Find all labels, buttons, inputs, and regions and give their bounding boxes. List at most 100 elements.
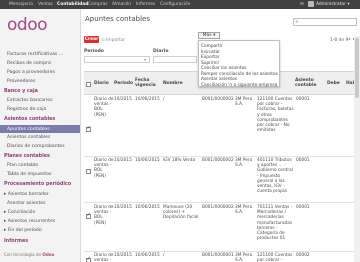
cell-cuenta: 401110 Tributos y aportes ... - Gobierno… (257, 158, 293, 195)
sidebar-item-fin-periodo[interactable]: ▸ Fin del período (4, 228, 42, 233)
menu-item-conciliacion-siguiente[interactable]: Conciliación 'n a siguiente empresa (201, 83, 277, 88)
sidebar-item-pagos-proveedores[interactable]: Pagos a proveedores (7, 70, 55, 75)
cell-fecha: 10/06/2015 (135, 158, 160, 163)
sidebar: odoo Facturas rectificativas ... Recibos… (0, 9, 81, 262)
sidebar-item-proveedores[interactable]: Proveedores (7, 79, 35, 84)
cell-cuenta: 701111 Ventas - Mercaderías / mercadería… (257, 205, 293, 242)
column-header-debe[interactable]: Debe (327, 81, 340, 86)
powered-by: Con tecnología de Odoo (4, 252, 54, 257)
cell-empresa: 3M Perú S.A. (235, 253, 253, 262)
cell-asiento: 00001 (296, 97, 310, 102)
odoo-logo[interactable]: odoo (7, 15, 48, 35)
create-button[interactable]: Crear (84, 36, 99, 43)
cell-cuenta: 121100 Cuentas por cobrar - Facturas, bo… (257, 97, 294, 134)
sidebar-item-conciliacion[interactable]: ▸ Conciliación (4, 210, 35, 215)
menu-item-insrustar[interactable]: Insrustar (201, 50, 220, 55)
menu-almacen[interactable]: Almacén (112, 2, 131, 7)
menu-item-suprimir[interactable]: Suprimir (201, 61, 219, 66)
top-menu-bar: Mensajería Ventas Contabilidad Compras A… (0, 0, 360, 9)
sidebar-item-apuntes-contables[interactable]: Apuntes contables (0, 125, 80, 133)
sidebar-section-informes: Informes (4, 239, 29, 244)
filter-period-select[interactable] (84, 56, 150, 63)
cell-asiento: 00001 (296, 158, 310, 163)
column-header-fecha[interactable]: Fecha vigencia (135, 78, 157, 88)
cell-periodo: 10/2015 (114, 253, 132, 258)
cell-fecha: 10/06/2015 (135, 97, 160, 102)
column-header-nombre[interactable]: Nombre (163, 81, 183, 86)
column-header-periodo[interactable]: Período (114, 81, 133, 86)
row-checkbox[interactable] (86, 169, 91, 174)
cell-referencia: B001/0000002 (202, 97, 234, 102)
column-header-diario[interactable]: Diario (94, 81, 109, 86)
menu-mensajeria[interactable]: Mensajería (9, 2, 33, 7)
cell-asiento: 00002 (296, 253, 310, 258)
sidebar-item-diarios-comprobantes[interactable]: Diarios de comprobantes (7, 144, 65, 149)
scrollbar-thumb[interactable] (355, 38, 359, 98)
cell-diario: Diario de ventas - BOL (PEN) (94, 205, 114, 226)
search-icon[interactable]: ⌕ (296, 19, 299, 25)
user-menu[interactable]: Administrator ▾ (316, 2, 350, 7)
sidebar-section-planes: Planes contables (4, 154, 50, 159)
sidebar-section-asientos: Asientos contables (4, 117, 56, 122)
cell-asiento: 00001 (296, 205, 310, 210)
cell-periodo: 10/2015 (114, 158, 132, 163)
notification-icon[interactable]: ✉ (300, 2, 305, 7)
sidebar-item-registros-caja[interactable]: Registros de caja (7, 107, 46, 112)
row-divider (84, 251, 360, 252)
cell-nombre: IGV 18% Venta (163, 158, 196, 163)
cell-empresa: 3M Perú S.A. (235, 205, 253, 216)
sidebar-item-extractos[interactable]: Extractos bancarios (7, 98, 52, 103)
cell-diario: Diario de ventas - BOL (PEN) (94, 158, 114, 179)
row-checkbox[interactable] (86, 213, 91, 219)
cell-referencia: B001/0000001 (202, 253, 234, 258)
cell-nombre: Mamouse (20 colores) + Depilación facial (163, 205, 199, 221)
cell-nombre: / (163, 97, 165, 102)
cell-fecha: 10/06/2015 (135, 205, 160, 210)
menu-compras[interactable]: Compras (88, 2, 108, 7)
sidebar-item-asientos-borrador[interactable]: ▸ Asientos borrador (4, 192, 49, 197)
sidebar-item-tabla-impuestos[interactable]: Tabla de impuestos (7, 172, 51, 177)
sidebar-item-recibos-compra[interactable]: Recibos de compra (7, 61, 51, 66)
more-button[interactable]: Más ▾ (198, 32, 220, 39)
sidebar-item-plan-contable[interactable]: Plan contable (7, 163, 38, 168)
pager-value: 1-8 de 9 (330, 37, 349, 43)
column-header-asiento[interactable]: Asiento contable (295, 78, 321, 88)
menu-item-compartir[interactable]: Compartir (201, 44, 223, 49)
sidebar-item-asientos-contables[interactable]: Asientos contables (7, 135, 50, 140)
sidebar-item-asentar-asientos[interactable]: Asentar asientos (7, 201, 45, 206)
cell-referencia: B001/0000002 (202, 158, 234, 163)
filter-journal-label: Diario (153, 49, 169, 54)
cell-nombre: / (163, 253, 165, 258)
menu-item-exportar[interactable]: Exportar (201, 55, 219, 60)
sidebar-section-banco: Banco y caja (4, 89, 38, 94)
cell-referencia: B001/0000002 (202, 205, 234, 210)
import-link[interactable]: o Importar (102, 38, 125, 43)
menu-informes[interactable]: Informes (136, 2, 155, 7)
menu-item-conciliar[interactable]: Conciliar los asientos (201, 66, 246, 71)
cell-empresa: 3M Perú S.A. (235, 158, 253, 169)
pager-prev-icon[interactable]: ◂ (348, 37, 352, 43)
cell-cuenta: 121100 Cuentas por cobrar - (257, 253, 293, 262)
menu-item-asentar[interactable]: Asentar asientos (201, 77, 237, 82)
cell-empresa: 3M Perú S.A. (235, 97, 253, 108)
row-checkbox[interactable] (86, 126, 91, 132)
menu-item-romper-conciliacion[interactable]: Romper conciliación de los asientos (201, 72, 278, 77)
search-input[interactable]: ⌕ (293, 18, 357, 26)
more-dropdown-menu: Compartir Insrustar Exportar Suprimir Co… (198, 40, 280, 88)
sidebar-item-asientos-recurrentes[interactable]: ▸ Asientos recurrentes (4, 219, 55, 224)
menu-configuracion[interactable]: Configuración (160, 2, 190, 7)
cell-diario: Diario de ventas - BOL (PEN) (94, 97, 114, 118)
filter-journal-select[interactable] (153, 56, 197, 63)
cell-periodo: 10/2015 (114, 205, 132, 210)
row-checkbox[interactable] (86, 257, 91, 262)
sidebar-item-facturas-rectificativas[interactable]: Facturas rectificativas ... (7, 52, 63, 57)
powered-by-brand[interactable]: Odoo (42, 252, 54, 257)
menu-ventas[interactable]: Ventas (38, 2, 53, 7)
powered-by-text: Con tecnología de (4, 252, 43, 257)
avatar[interactable] (308, 1, 314, 8)
select-all-checkbox[interactable] (86, 82, 91, 87)
row-divider (84, 202, 360, 203)
menu-contabilidad[interactable]: Contabilidad (57, 2, 88, 7)
filter-period-label: Período (84, 49, 104, 54)
chevron-down-icon: ▾ (144, 56, 147, 62)
